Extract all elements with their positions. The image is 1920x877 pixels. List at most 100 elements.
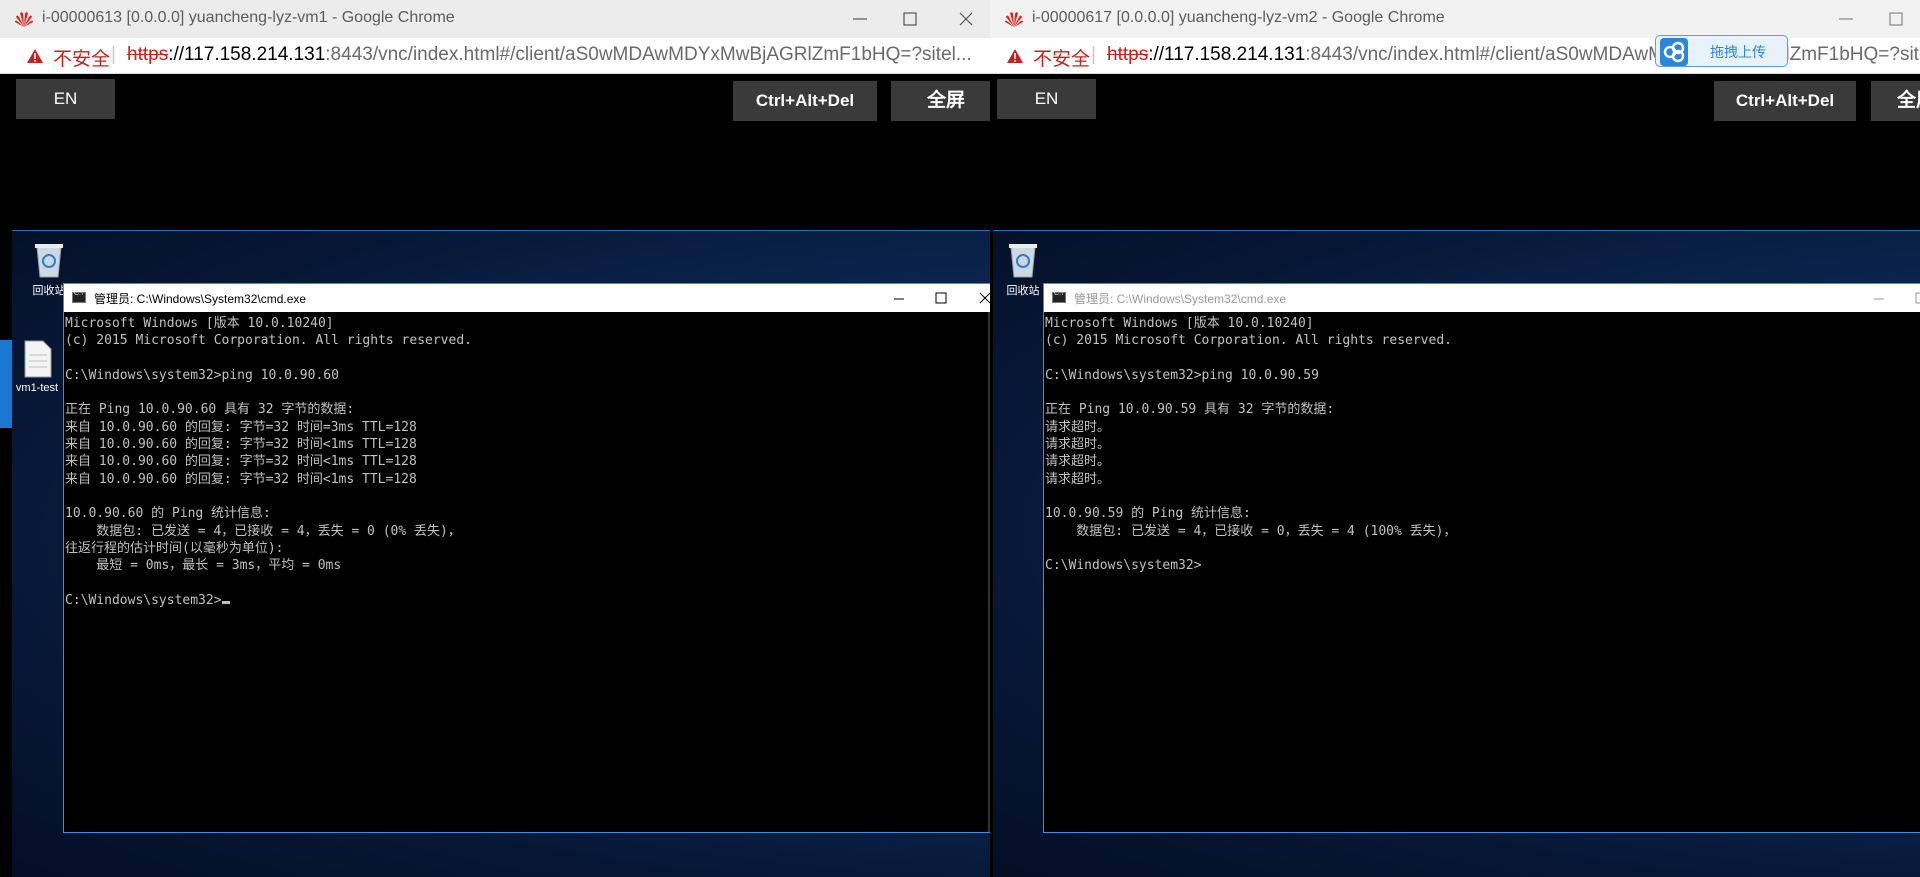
ctrl-alt-del-button[interactable]: Ctrl+Alt+Del (1714, 81, 1856, 121)
cmd-line (1045, 540, 1920, 557)
language-button[interactable]: EN (997, 79, 1096, 119)
url-scheme: https (127, 44, 169, 65)
maximize-icon (1889, 12, 1903, 26)
cmd-line (1045, 350, 1920, 367)
cmd-line (65, 574, 990, 591)
cmd-line: 请求超时。 (1045, 454, 1111, 470)
cmd-title: 管理员: C:\Windows\System32\cmd.exe (94, 292, 307, 306)
not-secure-label[interactable]: 不安全 (1033, 44, 1090, 71)
recycle-bin-icon (1009, 244, 1037, 278)
cmd-line: C:\Windows\system32>ping 10.0.90.59 (1045, 367, 1319, 383)
window-title: i-00000617 [0.0.0.0] yuancheng-lyz-vm2 -… (1032, 9, 1445, 26)
cmd-line: (c) 2015 Microsoft Corporation. All righ… (65, 333, 472, 349)
minimize-icon (1874, 298, 1884, 300)
cmd-line: Microsoft Windows [版本 10.0.10240] (1045, 316, 1314, 331)
cmd-line (65, 488, 990, 505)
vnc-toolbar-area: EN Ctrl+Alt+Del 全屏 (12, 75, 990, 230)
cmd-minimize-button[interactable] (884, 288, 914, 308)
cmd-maximize-button[interactable] (1906, 288, 1920, 308)
browser-window-vm1: i-00000613 [0.0.0.0] yuancheng-lyz-vm1 -… (0, 0, 990, 877)
url-host: ://117.158.214.131 (168, 44, 326, 65)
cmd-maximize-button[interactable] (926, 288, 956, 308)
cmd-line (1045, 384, 1920, 401)
cmd-line: Microsoft Windows [版本 10.0.10240] (65, 316, 334, 331)
address-bar[interactable]: 不安全 | https://117.158.214.131:8443/vnc/i… (0, 38, 990, 74)
url-path: :8443/vnc/index.html#/client/aS0wMDAwMDY… (325, 44, 972, 65)
cmd-title-bar[interactable]: 管理员: C:\Windows\System32\cmd.exe (1044, 284, 1920, 312)
minimize-icon (1839, 18, 1853, 20)
fullscreen-button[interactable]: 全屏 (891, 81, 990, 121)
cmd-window[interactable]: 管理员: C:\Windows\System32\cmd.exe Microso… (1043, 283, 1920, 833)
recycle-bin-label: 回收站 (1006, 285, 1040, 297)
maximize-button[interactable] (890, 4, 930, 34)
cmd-line: C:\Windows\system32>ping 10.0.90.60 (65, 367, 339, 383)
cmd-line: 请求超时。 (1045, 471, 1111, 487)
cmd-line: 请求超时。 (1045, 437, 1111, 453)
text-file-icon (24, 340, 52, 378)
url-scheme: https (1107, 44, 1149, 65)
cmd-line: C:\Windows\system32> (1045, 558, 1202, 574)
taskbar-strip (0, 340, 12, 428)
maximize-icon (903, 12, 917, 26)
cmd-line (65, 384, 990, 401)
file-shortcut[interactable]: vm1-test (12, 339, 62, 394)
maximize-icon (1915, 292, 1920, 304)
minimize-icon (853, 18, 867, 20)
browser-window-vm2: i-00000617 [0.0.0.0] yuancheng-lyz-vm2 -… (990, 0, 1920, 877)
cmd-output[interactable]: Microsoft Windows [版本 10.0.10240] (c) 201… (1044, 312, 1920, 832)
language-button[interactable]: EN (16, 79, 115, 119)
warning-icon (27, 49, 43, 63)
drag-upload-badge[interactable]: 拖拽上传 (1655, 35, 1788, 67)
cmd-line: 10.0.90.59 的 Ping 统计信息: (1045, 506, 1251, 522)
address-separator: | (111, 44, 116, 65)
cmd-output[interactable]: Microsoft Windows [版本 10.0.10240] (c) 201… (64, 312, 990, 832)
recycle-bin-shortcut[interactable]: 回收站 (998, 239, 1048, 298)
url-text[interactable]: https://117.158.214.131:8443/vnc/index.h… (1107, 44, 1920, 66)
cmd-line: C:\Windows\system32> (65, 592, 990, 609)
cmd-line: 往返行程的估计时间(以毫秒为单位): (65, 540, 284, 556)
fullscreen-button[interactable]: 全屏 (1871, 81, 1920, 121)
cmd-title-bar[interactable]: 管理员: C:\Windows\System32\cmd.exe (64, 284, 990, 312)
close-icon (959, 12, 973, 26)
cmd-line: 来自 10.0.90.60 的回复: 字节=32 时间<1ms TTL=128 (65, 454, 417, 470)
maximize-button[interactable] (1876, 4, 1916, 34)
cmd-line: (c) 2015 Microsoft Corporation. All righ… (1045, 333, 1452, 349)
cmd-icon (1052, 290, 1066, 303)
cmd-line (1045, 488, 1920, 505)
cmd-line (65, 350, 990, 367)
cmd-window[interactable]: 管理员: C:\Windows\System32\cmd.exe Microso… (63, 283, 990, 833)
url-text[interactable]: https://117.158.214.131:8443/vnc/index.h… (127, 44, 972, 66)
cmd-line: 来自 10.0.90.60 的回复: 字节=32 时间<1ms TTL=128 (65, 471, 417, 487)
window-title: i-00000613 [0.0.0.0] yuancheng-lyz-vm1 -… (42, 9, 455, 26)
ctrl-alt-del-button[interactable]: Ctrl+Alt+Del (733, 81, 877, 121)
cmd-line: 正在 Ping 10.0.90.60 具有 32 字节的数据: (65, 402, 355, 418)
cmd-line: 最短 = 0ms，最长 = 3ms，平均 = 0ms (65, 558, 342, 574)
cmd-line: 数据包: 已发送 = 4，已接收 = 4，丢失 = 0 (0% 丢失)， (65, 523, 461, 539)
cmd-line: 正在 Ping 10.0.90.59 具有 32 字节的数据: (1045, 402, 1335, 418)
close-icon (979, 292, 990, 304)
title-bar[interactable]: i-00000617 [0.0.0.0] yuancheng-lyz-vm2 -… (990, 0, 1920, 38)
cmd-line: 来自 10.0.90.60 的回复: 字节=32 时间=3ms TTL=128 (65, 419, 417, 435)
cmd-title: 管理员: C:\Windows\System32\cmd.exe (1074, 292, 1287, 306)
url-path: :8443/vnc/index.html#/client/aS0wMDAwMDY… (1305, 44, 1920, 65)
cmd-icon (72, 290, 86, 303)
minimize-button[interactable] (1826, 4, 1866, 34)
recycle-bin-icon (35, 244, 63, 278)
address-separator: | (1091, 44, 1096, 65)
close-button[interactable] (946, 4, 986, 34)
huawei-logo-icon (15, 12, 33, 27)
title-bar[interactable]: i-00000613 [0.0.0.0] yuancheng-lyz-vm1 -… (0, 0, 990, 38)
cmd-line: 请求超时。 (1045, 419, 1111, 435)
cmd-minimize-button[interactable] (1864, 288, 1894, 308)
not-secure-label[interactable]: 不安全 (53, 44, 110, 71)
cloud-upload-icon (1660, 38, 1688, 66)
maximize-icon (935, 292, 947, 304)
cmd-line: 数据包: 已发送 = 4，已接收 = 0，丢失 = 4 (100% 丢失)， (1045, 523, 1457, 539)
minimize-button[interactable] (840, 4, 880, 34)
cmd-close-button[interactable] (970, 288, 990, 308)
text-cursor (221, 600, 230, 604)
drag-upload-label: 拖拽上传 (1710, 44, 1766, 60)
file-label: vm1-test (15, 382, 59, 394)
huawei-logo-icon (1005, 12, 1023, 27)
cmd-line: 10.0.90.60 的 Ping 统计信息: (65, 506, 271, 522)
